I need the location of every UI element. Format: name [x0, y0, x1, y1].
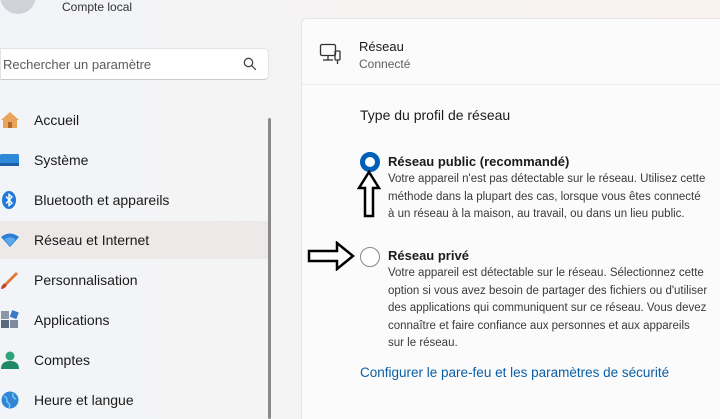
sidebar-item-label: Comptes	[34, 352, 91, 368]
private-network-radio[interactable]	[360, 247, 380, 267]
sidebar-item-label: Applications	[34, 312, 110, 328]
sidebar-item-label: Heure et langue	[34, 392, 134, 408]
sidebar-item-bluetooth[interactable]: Bluetooth et appareils	[0, 181, 270, 219]
wifi-icon	[1, 233, 19, 247]
network-settings-panel: Réseau Connecté Type du profil de réseau…	[301, 18, 720, 419]
network-header: Réseau Connecté	[302, 19, 720, 85]
apps-icon	[1, 310, 19, 328]
sidebar-item-label: Personnalisation	[34, 272, 138, 288]
avatar[interactable]	[0, 0, 36, 14]
search-input[interactable]: Rechercher un paramètre	[1, 57, 242, 72]
person-icon	[1, 351, 19, 369]
sidebar-scrollbar[interactable]	[268, 118, 271, 419]
sidebar-item-label: Système	[34, 152, 89, 168]
firewall-settings-link[interactable]: Configurer le pare-feu et les paramètres…	[360, 365, 669, 380]
profile-section-title: Type du profil de réseau	[360, 107, 511, 123]
sidebar-item-systeme[interactable]: Système	[0, 141, 270, 179]
brush-icon	[1, 272, 18, 289]
sidebar-item-personnalisation[interactable]: Personnalisation	[0, 261, 270, 299]
home-icon	[1, 112, 19, 128]
bluetooth-icon	[2, 191, 16, 209]
search-icon[interactable]	[242, 56, 258, 72]
search-box[interactable]: Rechercher un paramètre	[0, 48, 269, 80]
arrow-right-annotation-icon	[307, 241, 355, 271]
network-title: Réseau	[359, 39, 404, 54]
public-network-radio[interactable]	[360, 152, 380, 172]
network-status: Connecté	[359, 57, 411, 71]
sidebar-item-applications[interactable]: Applications	[0, 301, 270, 339]
sidebar-item-accueil[interactable]: Accueil	[0, 101, 270, 139]
sidebar-item-label: Réseau et Internet	[34, 232, 150, 248]
account-type-label: Compte local	[62, 0, 133, 14]
ethernet-icon	[319, 43, 341, 64]
arrow-up-annotation-icon	[357, 170, 381, 218]
sidebar-item-reseau[interactable]: Réseau et Internet	[0, 221, 270, 259]
private-network-description: Votre appareil est détectable sur le rés…	[388, 267, 708, 349]
display-icon	[0, 154, 19, 166]
private-network-title[interactable]: Réseau privé	[388, 248, 469, 263]
sidebar-item-label: Bluetooth et appareils	[34, 192, 170, 208]
sidebar-item-heure-langue[interactable]: Heure et langue	[0, 381, 270, 419]
public-network-title[interactable]: Réseau public (recommandé)	[388, 154, 569, 169]
public-network-description: Votre appareil n'est pas détectable sur …	[388, 173, 706, 220]
sidebar-item-label: Accueil	[34, 112, 80, 128]
sidebar-nav: Accueil Système Bluetooth et appareils R…	[0, 101, 270, 419]
sidebar-item-comptes[interactable]: Comptes	[0, 341, 270, 379]
globe-icon	[1, 391, 19, 409]
